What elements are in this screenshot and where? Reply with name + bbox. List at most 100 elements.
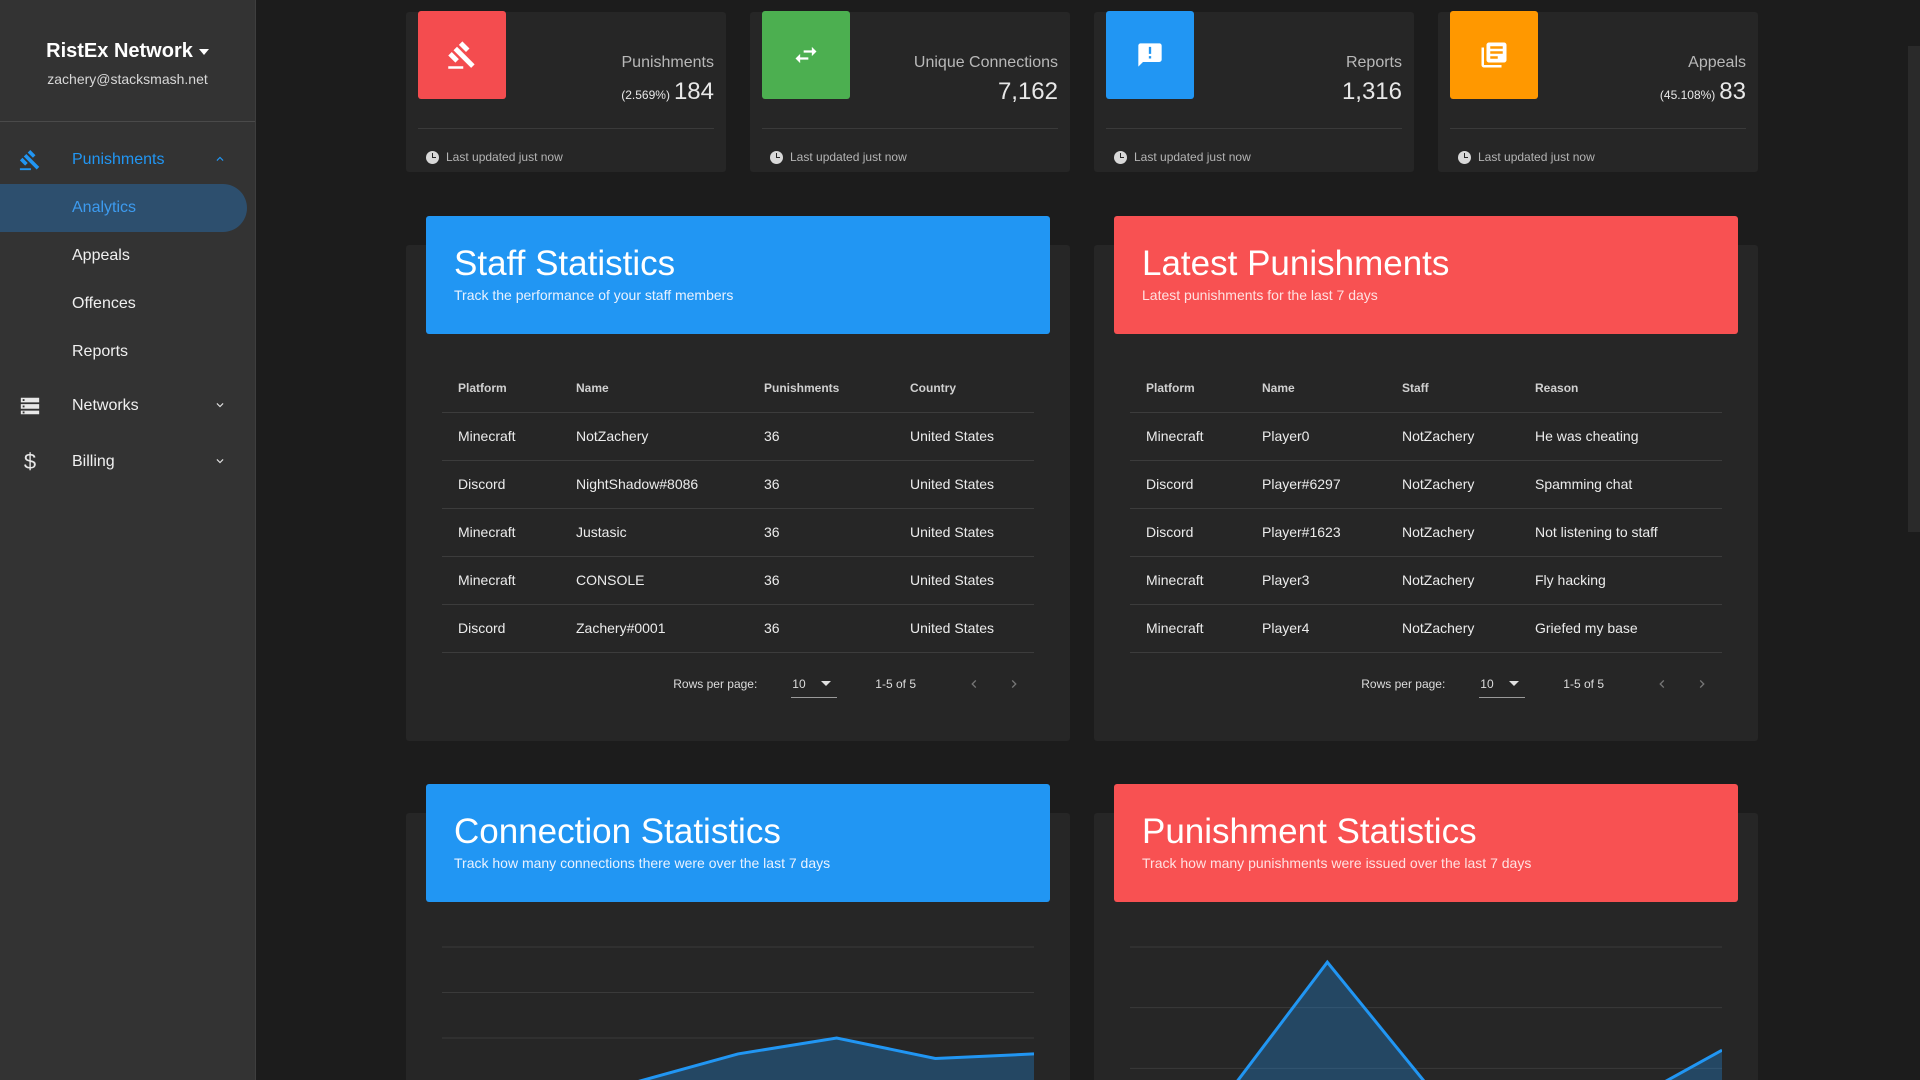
divider bbox=[1450, 128, 1746, 129]
table-row[interactable]: Minecraft Justasic 36 United States bbox=[442, 508, 1034, 557]
punishments-table: Platform Name Staff Reason Minecraft Pla… bbox=[1130, 364, 1722, 653]
table-row[interactable]: Minecraft Player4 NotZachery Griefed my … bbox=[1130, 604, 1722, 653]
cell-country: United States bbox=[894, 460, 1034, 509]
panel-title: Connection Statistics bbox=[454, 812, 781, 851]
sidebar-item-appeals[interactable]: Appeals bbox=[0, 232, 247, 280]
punishment-chart bbox=[1130, 946, 1722, 1080]
cell-name: Player3 bbox=[1246, 556, 1386, 605]
sidebar-item-label: Punishments bbox=[72, 151, 165, 168]
panel-subtitle: Track how many punishments were issued o… bbox=[1142, 855, 1532, 871]
cell-country: United States bbox=[894, 412, 1034, 461]
cell-name: NotZachery bbox=[560, 412, 748, 461]
sidebar-item-label: Billing bbox=[72, 453, 115, 470]
pagination-range: 1-5 of 5 bbox=[1563, 677, 1604, 691]
panel-title: Staff Statistics bbox=[454, 244, 676, 283]
panel-header: Latest Punishments Latest punishments fo… bbox=[1114, 216, 1738, 334]
cell-punishments: 36 bbox=[748, 604, 894, 653]
cell-country: United States bbox=[894, 556, 1034, 605]
brand-name: RistEx Network bbox=[46, 40, 193, 62]
swap-icon bbox=[762, 11, 850, 99]
last-updated-text: Last updated just now bbox=[790, 150, 907, 164]
stat-footer: Last updated just now bbox=[1458, 150, 1595, 164]
user-email: zachery@stacksmash.net bbox=[47, 71, 208, 87]
previous-page-button[interactable] bbox=[1642, 664, 1682, 704]
table-row[interactable]: Minecraft CONSOLE 36 United States bbox=[442, 556, 1034, 605]
sidebar-item-analytics[interactable]: Analytics bbox=[0, 184, 247, 232]
cell-platform: Minecraft bbox=[442, 412, 560, 461]
punishment-statistics-panel: Punishment Statistics Track how many pun… bbox=[1094, 784, 1758, 1080]
sidebar: RistEx Network zachery@stacksmash.net Pu… bbox=[0, 0, 256, 1080]
cell-reason: Not listening to staff bbox=[1519, 508, 1722, 557]
last-updated-text: Last updated just now bbox=[1478, 150, 1595, 164]
table-row[interactable]: Discord Zachery#0001 36 United States bbox=[442, 604, 1034, 653]
cell-punishments: 36 bbox=[748, 556, 894, 605]
cell-name: NightShadow#8086 bbox=[560, 460, 748, 509]
column-header[interactable]: Platform bbox=[442, 364, 560, 413]
sidebar-item-reports[interactable]: Reports bbox=[0, 328, 247, 376]
divider bbox=[762, 128, 1058, 129]
column-header[interactable]: Name bbox=[1246, 364, 1386, 413]
cell-platform: Discord bbox=[442, 604, 560, 653]
sidebar-item-billing[interactable]: $ Billing bbox=[0, 438, 255, 486]
table-row[interactable]: Discord Player#6297 NotZachery Spamming … bbox=[1130, 460, 1722, 509]
chart-area-fill bbox=[1238, 962, 1722, 1080]
stat-value: (45.108%) 83 bbox=[1660, 78, 1746, 106]
cell-staff: NotZachery bbox=[1386, 604, 1519, 653]
stat-value: (2.569%) 184 bbox=[621, 78, 714, 106]
cell-name: Justasic bbox=[560, 508, 748, 557]
column-header[interactable]: Staff bbox=[1386, 364, 1519, 413]
stat-label: Unique Connections bbox=[913, 54, 1058, 71]
caret-down-icon bbox=[198, 48, 209, 55]
column-header[interactable]: Reason bbox=[1519, 364, 1722, 413]
cell-reason: Griefed my base bbox=[1519, 604, 1722, 653]
cell-reason: He was cheating bbox=[1519, 412, 1722, 461]
pagination-range: 1-5 of 5 bbox=[875, 677, 916, 691]
chart-series-line bbox=[1236, 959, 1722, 1080]
panel-header: Connection Statistics Track how many con… bbox=[426, 784, 1050, 902]
table-header-row: Platform Name Punishments Country bbox=[442, 364, 1034, 413]
clock-icon bbox=[770, 150, 783, 164]
chevron-down-icon bbox=[213, 454, 227, 473]
panel-subtitle: Latest punishments for the last 7 days bbox=[1142, 287, 1378, 303]
next-page-button[interactable] bbox=[1682, 664, 1722, 704]
cell-name: CONSOLE bbox=[560, 556, 748, 605]
sidebar-item-punishments[interactable]: Punishments bbox=[0, 136, 255, 184]
cell-staff: NotZachery bbox=[1386, 412, 1519, 461]
stat-footer: Last updated just now bbox=[426, 150, 563, 164]
column-header[interactable]: Punishments bbox=[748, 364, 894, 413]
table-row[interactable]: Minecraft Player3 NotZachery Fly hacking bbox=[1130, 556, 1722, 605]
table-row[interactable]: Minecraft NotZachery 36 United States bbox=[442, 412, 1034, 461]
cell-punishments: 36 bbox=[748, 508, 894, 557]
staff-table: Platform Name Punishments Country Minecr… bbox=[442, 364, 1034, 653]
panel-subtitle: Track how many connections there were ov… bbox=[454, 855, 831, 871]
rows-per-page-select[interactable]: 10 bbox=[791, 670, 838, 698]
stat-number: 83 bbox=[1719, 78, 1746, 105]
connection-statistics-panel: Connection Statistics Track how many con… bbox=[406, 784, 1070, 1080]
cell-name: Player0 bbox=[1246, 412, 1386, 461]
panel-header: Punishment Statistics Track how many pun… bbox=[1114, 784, 1738, 902]
stat-footer: Last updated just now bbox=[770, 150, 907, 164]
stat-percentage: (45.108%) bbox=[1659, 88, 1716, 102]
table-row[interactable]: Minecraft Player0 NotZachery He was chea… bbox=[1130, 412, 1722, 461]
connection-chart bbox=[442, 946, 1034, 1080]
table-row[interactable]: Discord Player#1623 NotZachery Not liste… bbox=[1130, 508, 1722, 557]
panel-title: Latest Punishments bbox=[1142, 244, 1450, 283]
next-page-button[interactable] bbox=[994, 664, 1034, 704]
previous-page-button[interactable] bbox=[954, 664, 994, 704]
column-header[interactable]: Platform bbox=[1130, 364, 1246, 413]
table-row[interactable]: Discord NightShadow#8086 36 United State… bbox=[442, 460, 1034, 509]
stat-value: 1,316 bbox=[1342, 78, 1402, 106]
scrollbar-thumb[interactable] bbox=[1908, 46, 1920, 532]
sidebar-item-networks[interactable]: Networks bbox=[0, 382, 255, 430]
cell-name: Zachery#0001 bbox=[560, 604, 748, 653]
cell-name: Player#1623 bbox=[1246, 508, 1386, 557]
column-header[interactable]: Name bbox=[560, 364, 748, 413]
stat-number: 7,162 bbox=[997, 78, 1058, 105]
page-scrollbar[interactable] bbox=[1908, 0, 1920, 1080]
sidebar-item-offences[interactable]: Offences bbox=[0, 280, 247, 328]
rows-per-page-select[interactable]: 10 bbox=[1479, 670, 1526, 698]
server-icon bbox=[18, 394, 42, 418]
column-header[interactable]: Country bbox=[894, 364, 1034, 413]
network-switcher[interactable]: RistEx Network bbox=[46, 40, 209, 63]
stat-card-appeals: Appeals (45.108%) 83 Last updated just no… bbox=[1438, 11, 1758, 172]
